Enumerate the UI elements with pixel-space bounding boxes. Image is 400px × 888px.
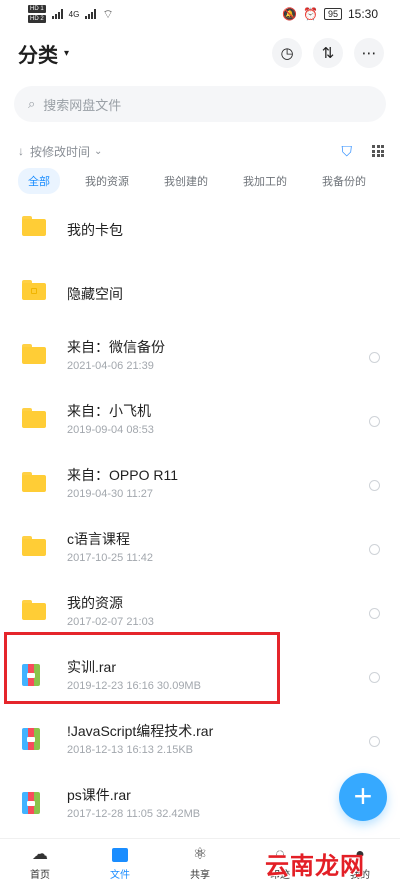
folder-icon	[111, 847, 129, 863]
sim1-badge: HD 1	[28, 5, 46, 13]
item-meta: 2018-12-13 16:13 2.15KB	[67, 744, 193, 756]
status-left: HD 1 HD 2 4G ⌔	[28, 4, 114, 24]
select-radio[interactable]	[369, 608, 380, 619]
list-item[interactable]: !JavaScript编程技术.rar 2018-12-13 16:13 2.1…	[0, 708, 400, 772]
signal-icon	[51, 9, 63, 19]
cloud-icon: ☁	[32, 845, 48, 863]
sort-actions: ⛉	[342, 143, 384, 160]
status-right: 🔕 ⏰ 95 15:30	[282, 7, 378, 21]
sort-button[interactable]: 按修改时间	[30, 143, 90, 160]
plus-icon: +	[353, 778, 373, 814]
item-meta: 2017-12-28 11:05 32.42MB	[67, 808, 201, 820]
list-item[interactable]: 来自：OPPO R11 2019-04-30 11:27	[0, 452, 400, 516]
more-icon: ⋯	[361, 45, 377, 62]
tab-created[interactable]: 我创建的	[154, 168, 218, 194]
item-name: !JavaScript编程技术.rar	[67, 723, 214, 739]
tab-my-resources[interactable]: 我的资源	[75, 168, 139, 194]
sim-indicators: HD 1 HD 2	[28, 4, 46, 24]
item-name: 来自：微信备份	[67, 339, 165, 355]
folder-icon	[22, 600, 46, 620]
caret-down-icon: ▾	[64, 47, 70, 59]
page-title: 分类	[18, 44, 58, 67]
alarm-icon: ⏰	[303, 7, 318, 21]
locked-folder-icon	[22, 280, 46, 300]
tab-all[interactable]: 全部	[18, 168, 60, 194]
list-item[interactable]: 来自：小飞机 2019-09-04 08:53	[0, 388, 400, 452]
chevron-down-icon: ⌄	[94, 145, 103, 157]
transfer-icon: ⇅	[321, 45, 335, 62]
mute-icon: 🔕	[282, 7, 297, 21]
nav-share[interactable]: ⚛ 共享	[160, 839, 240, 888]
header: 分类 ▾ ◷ ⇅ ⋯	[0, 30, 400, 76]
nav-share-label: 共享	[190, 869, 210, 881]
item-name: 我的卡包	[67, 222, 123, 238]
sort-arrow-icon: ↓	[18, 144, 24, 158]
item-meta: 2021-04-06 21:39	[67, 360, 154, 372]
filter-icon[interactable]: ⛉	[342, 143, 353, 160]
category-dropdown[interactable]: 分类 ▾	[18, 39, 69, 68]
select-radio[interactable]	[369, 736, 380, 747]
sort-row: ↓ 按修改时间 ⌄ ⛉	[18, 140, 384, 162]
item-name: 我的资源	[67, 595, 123, 611]
rar-file-icon	[22, 728, 46, 750]
select-radio[interactable]	[369, 416, 380, 427]
item-name: ps课件.rar	[67, 787, 131, 803]
item-meta: 2017-10-25 11:42	[67, 552, 154, 564]
search-placeholder: 搜索网盘文件	[43, 97, 122, 113]
folder-icon	[22, 536, 46, 556]
share-icon: ⚛	[192, 845, 208, 863]
nav-home[interactable]: ☁ 首页	[0, 839, 80, 888]
sim2-badge: HD 2	[28, 15, 46, 23]
folder-icon	[22, 408, 46, 428]
watermark: 云南龙网	[265, 853, 365, 880]
item-name: 隐藏空间	[67, 286, 123, 302]
folder-icon	[22, 216, 46, 236]
search-input[interactable]: ⌕ 搜索网盘文件	[14, 86, 386, 122]
status-bar: HD 1 HD 2 4G ⌔ 🔕 ⏰ 95 15:30	[0, 0, 400, 28]
tab-backed-up[interactable]: 我备份的	[312, 168, 376, 194]
signal-icon-2	[85, 9, 97, 19]
select-radio[interactable]	[369, 672, 380, 683]
filter-tabs: 全部 我的资源 我创建的 我加工的 我备份的	[18, 168, 376, 194]
network-type: 4G	[68, 9, 80, 19]
highlight-box	[4, 632, 280, 704]
item-meta: 2017-02-07 21:03	[67, 616, 154, 628]
rar-file-icon	[22, 792, 46, 814]
nav-home-label: 首页	[30, 869, 50, 881]
more-button[interactable]: ⋯	[354, 38, 384, 68]
list-item[interactable]: 隐藏空间	[0, 260, 400, 324]
select-radio[interactable]	[369, 352, 380, 363]
history-button[interactable]: ◷	[272, 38, 302, 68]
select-radio[interactable]	[369, 544, 380, 555]
battery-indicator: 95	[323, 8, 342, 20]
list-item[interactable]: 来自：微信备份 2021-04-06 21:39	[0, 324, 400, 388]
tab-processed[interactable]: 我加工的	[233, 168, 297, 194]
item-name: 来自：小飞机	[67, 403, 151, 419]
folder-icon	[22, 472, 46, 492]
select-radio[interactable]	[369, 480, 380, 491]
transfer-button[interactable]: ⇅	[313, 38, 343, 68]
wifi-icon: ⌔	[102, 6, 114, 21]
item-meta: 2019-09-04 08:53	[67, 424, 154, 436]
add-button[interactable]: +	[339, 773, 387, 821]
nav-files[interactable]: 文件	[80, 839, 160, 888]
header-actions: ◷ ⇅ ⋯	[272, 38, 384, 68]
nav-files-label: 文件	[110, 869, 130, 881]
list-item[interactable]: 我的卡包	[0, 196, 400, 260]
folder-icon	[22, 344, 46, 364]
search-icon: ⌕	[28, 96, 36, 111]
history-icon: ◷	[280, 45, 294, 62]
item-name: 来自：OPPO R11	[67, 467, 178, 483]
item-meta: 2019-04-30 11:27	[67, 488, 154, 500]
list-item[interactable]: c语言课程 2017-10-25 11:42	[0, 516, 400, 580]
clock: 15:30	[347, 7, 378, 21]
item-name: c语言课程	[67, 531, 130, 547]
grid-view-icon[interactable]	[372, 145, 384, 157]
